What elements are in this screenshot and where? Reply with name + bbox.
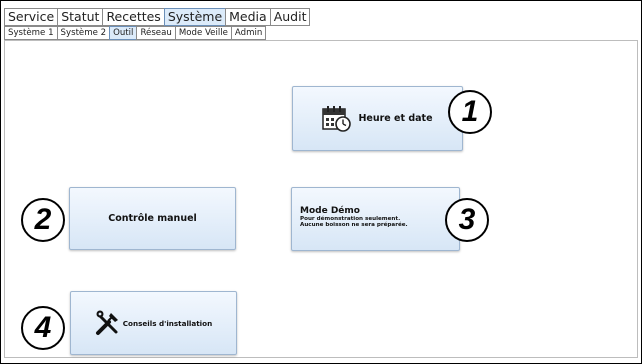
tab-recettes[interactable]: Recettes	[102, 8, 164, 26]
tab-media[interactable]: Media	[225, 8, 270, 26]
demo-mode-button[interactable]: Mode Démo Pour démonstration seulement. …	[291, 187, 460, 251]
sub-navigation: Système 1 Système 2 Outil Réseau Mode Ve…	[4, 26, 267, 40]
top-navigation: Service Statut Recettes Système Media Au…	[4, 8, 311, 26]
subtab-admin[interactable]: Admin	[230, 26, 267, 40]
subtab-reseau[interactable]: Réseau	[136, 26, 175, 40]
demo-mode-title: Mode Démo	[300, 206, 360, 216]
callout-3: 3	[445, 198, 489, 242]
tab-service[interactable]: Service	[4, 8, 58, 26]
tools-icon	[95, 310, 118, 335]
subtab-systeme-1[interactable]: Système 1	[4, 26, 57, 40]
callout-1: 1	[448, 90, 492, 134]
subtab-systeme-2[interactable]: Système 2	[56, 26, 110, 40]
manual-control-label: Contrôle manuel	[108, 213, 197, 224]
tab-audit[interactable]: Audit	[269, 8, 311, 26]
install-tips-label: Conseils d'installation	[122, 318, 213, 328]
application-window: Service Statut Recettes Système Media Au…	[0, 0, 642, 364]
manual-control-button[interactable]: Contrôle manuel	[69, 187, 236, 250]
datetime-button[interactable]: Heure et date	[292, 86, 463, 151]
tab-systeme[interactable]: Système	[163, 8, 226, 26]
subtab-outil[interactable]: Outil	[109, 26, 137, 40]
subtab-mode-veille[interactable]: Mode Veille	[174, 26, 231, 40]
install-tips-button[interactable]: Conseils d'installation	[70, 291, 237, 355]
datetime-label: Heure et date	[358, 113, 433, 124]
calendar-clock-icon	[322, 105, 352, 132]
callout-2: 2	[21, 198, 65, 242]
tab-statut[interactable]: Statut	[57, 8, 103, 26]
callout-4: 4	[21, 306, 65, 350]
demo-mode-note-2: Aucune boisson ne sera préparée.	[300, 221, 408, 228]
